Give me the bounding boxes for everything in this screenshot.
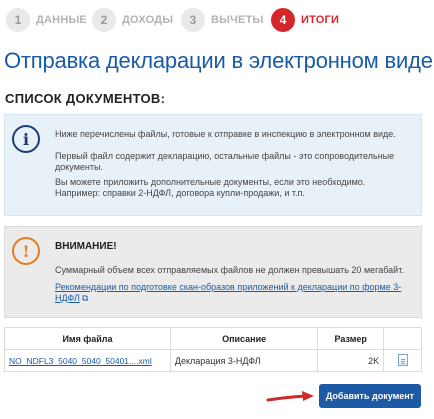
step-label: ИТОГИ: [301, 14, 340, 26]
page-title: Отправка декларации в электронном виде: [4, 48, 433, 73]
info-text-3: Вы можете приложить дополнительные докум…: [55, 177, 366, 198]
table-row: NO_NDFL3_5040_5040_50401....xml Декларац…: [4, 349, 422, 372]
header-actions: [383, 327, 422, 350]
step-data[interactable]: 1 ДАННЫЕ: [6, 6, 87, 34]
step-number: 2: [92, 8, 116, 32]
info-text-1: Ниже перечислены файлы, готовые к отправ…: [55, 129, 396, 139]
section-title: СПИСОК ДОКУМЕНТОВ:: [5, 91, 166, 106]
warning-box: ! ВНИМАНИЕ! Суммарный объем всех отправл…: [4, 226, 422, 318]
add-document-button[interactable]: Добавить документ: [319, 384, 421, 408]
file-link[interactable]: NO_NDFL3_5040_5040_50401....xml: [9, 356, 152, 366]
arrow-icon: [266, 391, 314, 402]
step-label: ВЫЧЕТЫ: [211, 14, 264, 26]
link-text[interactable]: Рекомендации по подготовке скан-образов …: [55, 282, 401, 303]
step-deductions[interactable]: 3 ВЫЧЕТЫ: [181, 6, 263, 34]
step-number: 4: [271, 8, 295, 32]
step-results[interactable]: 4 ИТОГИ: [271, 6, 339, 34]
step-number: 1: [6, 8, 30, 32]
warning-icon: !: [12, 237, 40, 265]
cell-filename: NO_NDFL3_5040_5040_50401....xml: [4, 349, 171, 372]
documents-table: Имя файла Описание Размер NO_NDFL3_5040_…: [4, 327, 422, 372]
step-label: ДОХОДЫ: [122, 14, 174, 26]
info-text-2: Первый файл содержит декларацию, остальн…: [55, 151, 395, 172]
cell-description: Декларация 3-НДФЛ: [169, 349, 319, 372]
document-icon[interactable]: [397, 353, 408, 366]
warning-title: ВНИМАНИЕ!: [55, 241, 117, 252]
wizard-steps: 1 ДАННЫЕ 2 ДОХОДЫ 3 ВЫЧЕТЫ 4 ИТОГИ: [0, 6, 434, 34]
scan-recommendations-link[interactable]: Рекомендации по подготовке скан-образов …: [55, 282, 405, 304]
header-filename: Имя файла: [4, 327, 171, 350]
table-header-row: Имя файла Описание Размер: [4, 327, 422, 350]
cell-actions: [383, 349, 422, 372]
cell-size: 2K: [317, 349, 385, 372]
external-link-icon[interactable]: ⧉: [82, 293, 88, 304]
step-number: 3: [181, 8, 205, 32]
header-size: Размер: [317, 327, 385, 350]
warning-text: Суммарный объем всех отправляемых файлов…: [55, 265, 404, 275]
step-label: ДАННЫЕ: [36, 14, 87, 26]
header-description: Описание: [169, 327, 319, 350]
step-income[interactable]: 2 ДОХОДЫ: [92, 6, 173, 34]
info-icon: i: [12, 125, 40, 153]
info-box: i Ниже перечислены файлы, готовые к отпр…: [4, 114, 422, 216]
